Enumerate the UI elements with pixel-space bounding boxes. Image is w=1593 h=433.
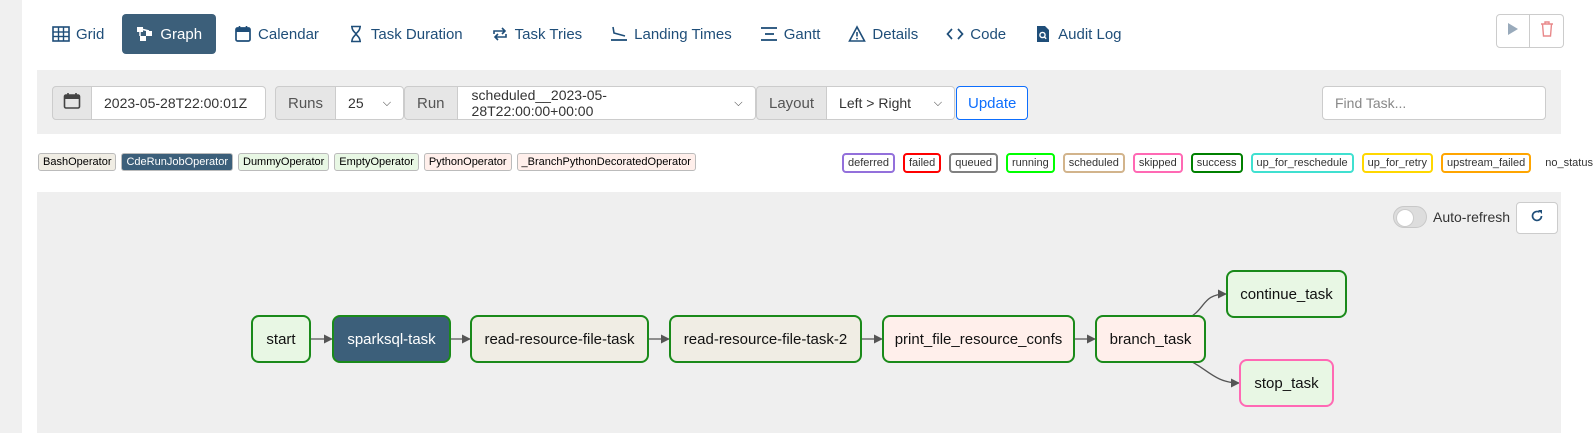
tab-task-duration[interactable]: Task Duration (333, 14, 477, 54)
task-node-stop_task[interactable]: stop_task (1239, 359, 1334, 407)
code-icon (946, 25, 964, 43)
tab-label: Audit Log (1058, 25, 1122, 43)
status-legend-item[interactable]: up_for_reschedule (1250, 153, 1354, 173)
dag-graph: Auto-refresh start sparksql-task read-reso… (37, 192, 1561, 433)
auto-refresh-label: Auto-refresh (1433, 209, 1511, 225)
status-legend-item[interactable]: failed (902, 153, 942, 173)
document-search-icon (1034, 25, 1052, 43)
run-select[interactable]: scheduled__2023-05-28T22:00:00+00:00 ⌵ (457, 86, 756, 120)
delete-dag-button[interactable] (1530, 14, 1564, 48)
trash-icon (1540, 20, 1554, 42)
status-legend-item[interactable]: upstream_failed (1440, 153, 1532, 173)
run-value: scheduled__2023-05-28T22:00:00+00:00 (471, 87, 607, 119)
tab-label: Calendar (258, 25, 319, 43)
layout-select[interactable]: Left > Right ⌵ (827, 86, 956, 120)
chevron-down-icon: ⌵ (933, 96, 943, 109)
runs-label: Runs (275, 86, 337, 120)
repeat-icon (491, 25, 509, 43)
refresh-button[interactable] (1516, 202, 1558, 234)
runs-group: Runs 25 ⌵ (275, 86, 405, 120)
tab-label: Landing Times (634, 25, 732, 43)
status-legend-item[interactable]: queued (949, 153, 998, 173)
filter-bar: 2023-05-28T22:00:01Z Runs 25 ⌵ Run sched… (37, 70, 1561, 134)
tab-details[interactable]: Details (834, 14, 932, 54)
tab-label: Grid (76, 25, 105, 43)
operator-legend-item: BashOperator (38, 153, 117, 171)
task-node-continue_task[interactable]: continue_task (1226, 270, 1347, 318)
chevron-down-icon: ⌵ (734, 96, 743, 109)
auto-refresh-toggle[interactable]: Auto-refresh (1393, 206, 1510, 228)
status-legend-item[interactable]: up_for_retry (1361, 153, 1433, 173)
tab-label: Task Tries (514, 25, 583, 43)
left-sidebar-strip (0, 0, 22, 433)
tab-label: Graph (160, 25, 203, 43)
tab-label: Code (970, 25, 1007, 43)
tab-label: Gantt (783, 25, 821, 43)
operator-legend-item: PythonOperator (423, 153, 512, 171)
operator-legend-item: DummyOperator (238, 153, 330, 171)
operator-legend-item: _BranchPythonDecoratedOperator (516, 153, 696, 171)
status-legend-item[interactable]: scheduled (1062, 153, 1125, 173)
run-label: Run (404, 86, 458, 120)
status-legend-item[interactable]: success (1190, 153, 1243, 173)
view-tabs: Grid Graph Calendar Task Duration Task T… (38, 14, 1136, 54)
operator-legend: BashOperator CdeRunJobOperator DummyOperat… (38, 153, 696, 171)
landing-icon (610, 25, 628, 43)
tab-label: Task Duration (370, 25, 463, 43)
layout-group: Layout Left > Right ⌵ (756, 86, 956, 120)
run-group: Run scheduled__2023-05-28T22:00:00+00:00… (404, 86, 756, 120)
status-legend-item[interactable]: running (1006, 153, 1055, 173)
base-date-input[interactable]: 2023-05-28T22:00:01Z (92, 86, 266, 120)
gantt-icon (760, 25, 778, 43)
runs-select[interactable]: 25 ⌵ (336, 86, 405, 120)
task-node-sparksql-task[interactable]: sparksql-task (332, 315, 451, 363)
tab-code[interactable]: Code (932, 14, 1020, 54)
chevron-down-icon: ⌵ (382, 96, 392, 109)
trigger-dag-button[interactable] (1496, 14, 1530, 48)
operator-legend-item: EmptyOperator (334, 153, 419, 171)
calendar-icon (234, 25, 252, 43)
refresh-icon (1530, 209, 1544, 228)
calendar-icon (63, 92, 81, 114)
task-node-print_file_resource_confs[interactable]: print_file_resource_confs (882, 315, 1075, 363)
tab-label: Details (872, 25, 919, 43)
base-date-group: 2023-05-28T22:00:01Z (52, 86, 266, 120)
grid-icon (52, 25, 70, 43)
status-legend: deferred failed queued running scheduled skip… (842, 153, 1593, 173)
task-node-branch_task[interactable]: branch_task (1095, 315, 1206, 363)
update-button[interactable]: Update (956, 86, 1029, 120)
hourglass-icon (347, 25, 365, 43)
tab-gantt[interactable]: Gantt (746, 14, 835, 54)
tab-audit-log[interactable]: Audit Log (1020, 14, 1135, 54)
find-task-input[interactable] (1322, 86, 1546, 120)
task-node-read-resource-file-task[interactable]: read-resource-file-task (470, 315, 649, 363)
warning-triangle-icon (848, 25, 867, 43)
tab-grid[interactable]: Grid (38, 14, 118, 54)
status-legend-item[interactable]: deferred (842, 153, 895, 173)
calendar-picker-button[interactable] (52, 86, 92, 120)
layout-value: Left > Right (839, 95, 912, 111)
tab-calendar[interactable]: Calendar (220, 14, 333, 54)
task-node-read-resource-file-task-2[interactable]: read-resource-file-task-2 (669, 315, 862, 363)
toggle-switch[interactable] (1393, 206, 1427, 228)
tab-task-tries[interactable]: Task Tries (477, 14, 597, 54)
tab-graph[interactable]: Graph (122, 14, 217, 54)
layout-label: Layout (756, 86, 828, 120)
graph-icon (136, 25, 154, 43)
play-icon (1507, 22, 1519, 41)
dag-actions (1496, 14, 1564, 48)
task-node-start[interactable]: start (251, 315, 311, 363)
runs-value: 25 (348, 95, 364, 111)
tab-landing-times[interactable]: Landing Times (596, 14, 746, 54)
operator-legend-item: CdeRunJobOperator (121, 153, 233, 171)
status-legend-item[interactable]: no_status (1539, 153, 1593, 173)
status-legend-item[interactable]: skipped (1132, 153, 1183, 173)
